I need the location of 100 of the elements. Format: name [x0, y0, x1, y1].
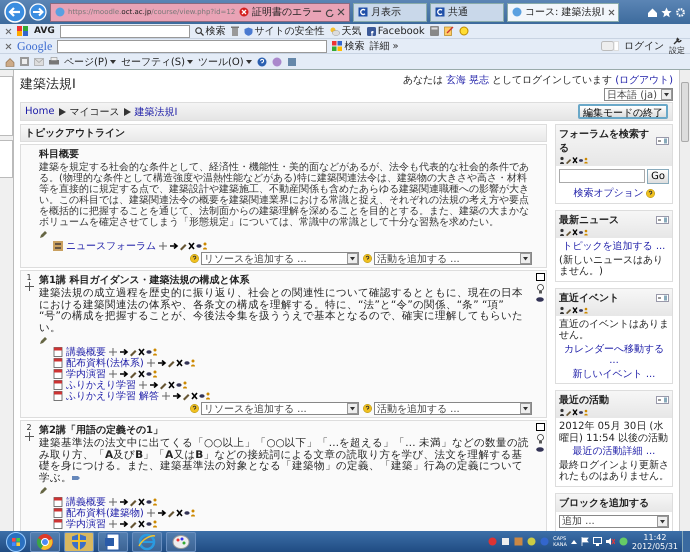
cloud-icon	[330, 26, 340, 36]
cert-error-icon	[239, 7, 249, 17]
go-button[interactable]: Go	[647, 169, 669, 184]
breadcrumb-item[interactable]: Home	[25, 106, 55, 117]
collapse-icon[interactable]	[656, 216, 669, 224]
block-controls-drawing[interactable]	[559, 306, 589, 314]
home-icon[interactable]	[5, 56, 15, 66]
google-search-field[interactable]	[57, 40, 328, 52]
caret-icon[interactable]	[570, 540, 577, 544]
scrollbar[interactable]	[679, 70, 690, 531]
block-controls-drawing[interactable]	[559, 228, 589, 236]
flag-icon[interactable]	[580, 537, 589, 546]
home-icon[interactable]	[647, 6, 658, 18]
edit-controls-drawing[interactable]	[109, 496, 159, 507]
end-edit-mode-button[interactable]: 編集モードの終了	[578, 104, 668, 119]
taskbar-button[interactable]	[64, 532, 94, 552]
browser-tab[interactable]: 共通	[430, 2, 504, 22]
close-icon[interactable]	[337, 8, 345, 16]
breadcrumb-item[interactable]: 建築法規Ⅰ	[134, 104, 178, 118]
tray-app-icon[interactable]	[618, 537, 628, 546]
google-search-button[interactable]: 検索	[332, 39, 364, 53]
google-brand[interactable]: Google	[17, 38, 52, 54]
move-icon[interactable]	[24, 282, 34, 291]
square-icon[interactable]	[536, 423, 544, 432]
facebook-button[interactable]: Facebook	[366, 26, 425, 36]
add-activity-select[interactable]: 活動を追加する ...	[374, 402, 532, 416]
forum-search-field[interactable]	[559, 169, 646, 183]
lightbulb-icon[interactable]	[536, 434, 544, 444]
login-text: あなたは	[403, 74, 443, 87]
taskbar-button[interactable]	[132, 532, 162, 552]
network-icon[interactable]	[592, 537, 602, 546]
cert-error-label[interactable]: 証明書のエラー	[252, 5, 322, 19]
site-safety-button[interactable]: サイトの安全性	[244, 24, 325, 38]
close-icon[interactable]	[608, 8, 614, 16]
add-resource-select[interactable]: リソースを追加する ...	[201, 252, 359, 265]
notepad-icon[interactable]	[444, 26, 454, 36]
close-icon[interactable]	[5, 28, 12, 34]
taskbar-button[interactable]	[166, 532, 196, 552]
calculator-icon[interactable]	[430, 26, 439, 36]
pencil-icon[interactable]	[39, 230, 48, 239]
printer-icon[interactable]	[49, 57, 59, 66]
collapse-icon[interactable]	[656, 396, 669, 404]
scroll-thumb[interactable]	[681, 82, 689, 142]
settings-icon[interactable]	[675, 6, 686, 18]
speaker-icon[interactable]	[606, 537, 615, 546]
menu-button[interactable]: ツール(O)	[198, 54, 252, 68]
activity-link[interactable]: ニュースフォーラム	[66, 238, 156, 252]
add-activity-select[interactable]: 活動を追加する ...	[374, 252, 532, 265]
pencil-icon[interactable]	[39, 336, 48, 346]
eye-icon[interactable]	[536, 447, 544, 452]
edit-controls-drawing[interactable]	[146, 358, 197, 368]
start-button-icon[interactable]	[6, 532, 26, 552]
edit-controls-drawing[interactable]	[109, 518, 159, 529]
weather-button[interactable]: 天気	[330, 24, 362, 38]
edit-controls-drawing[interactable]	[162, 390, 212, 401]
star-icon[interactable]	[661, 6, 672, 18]
language-select[interactable]: 日本語 (ja)	[604, 88, 673, 101]
edit-controls-drawing[interactable]	[146, 508, 197, 518]
edit-controls-drawing[interactable]	[109, 346, 159, 357]
avg-search-button[interactable]: 検索	[194, 24, 226, 38]
shield-icon	[244, 26, 253, 36]
taskbar-button[interactable]	[30, 532, 60, 552]
caret-icon	[187, 60, 193, 64]
block-link[interactable]: 最近の活動詳細 ...	[559, 446, 669, 458]
user-link[interactable]: 玄海 晃志	[446, 73, 490, 87]
login-button[interactable]: ログイン	[624, 39, 664, 53]
collapse-icon[interactable]	[656, 137, 669, 145]
edit-controls-drawing[interactable]	[139, 380, 189, 390]
lightbulb-icon[interactable]	[536, 284, 544, 294]
edit-controls-drawing[interactable]	[109, 368, 159, 379]
eye-icon[interactable]	[536, 297, 544, 302]
block-controls-drawing[interactable]	[559, 156, 589, 164]
refresh-icon[interactable]	[325, 8, 334, 16]
browser-tab[interactable]: 月表示	[353, 2, 427, 22]
close-icon[interactable]	[5, 42, 12, 50]
avg-search-field[interactable]	[60, 24, 190, 38]
show-desktop-button[interactable]	[682, 530, 690, 552]
add-resource-select[interactable]: リソースを追加する ...	[201, 402, 359, 416]
trash-icon[interactable]	[230, 26, 239, 36]
forward-icon[interactable]	[29, 3, 47, 21]
add-block-select[interactable]: 追加 ...	[559, 514, 669, 528]
more-button[interactable]: 詳細 »	[369, 39, 399, 53]
block-link[interactable]: カレンダーへ移動する ...	[559, 344, 669, 366]
avg-brand[interactable]: AVG	[34, 26, 55, 36]
block-controls-drawing[interactable]	[559, 408, 589, 416]
square-icon[interactable]	[536, 273, 544, 281]
block-link[interactable]: 新しいイベント ...	[559, 368, 669, 380]
collapse-icon[interactable]	[656, 294, 669, 302]
block-link[interactable]: トピックを追加する ...	[559, 241, 669, 252]
browser-tab[interactable]: コース: 建築法規Ⅰ	[507, 2, 619, 22]
taskbar-button[interactable]	[98, 532, 128, 552]
menu-button[interactable]: セーフティ(S)	[120, 54, 193, 68]
move-icon[interactable]	[24, 432, 34, 442]
pencil-icon[interactable]	[39, 486, 48, 496]
back-icon[interactable]	[4, 1, 26, 23]
search-options-link[interactable]: 検索オプション	[574, 186, 644, 200]
edit-controls-drawing[interactable]	[159, 240, 209, 250]
logout-link[interactable]: (ログアウト)	[615, 73, 673, 87]
settings-button[interactable]: 設定	[669, 36, 685, 56]
menu-button[interactable]: ページ(P)	[64, 54, 116, 68]
